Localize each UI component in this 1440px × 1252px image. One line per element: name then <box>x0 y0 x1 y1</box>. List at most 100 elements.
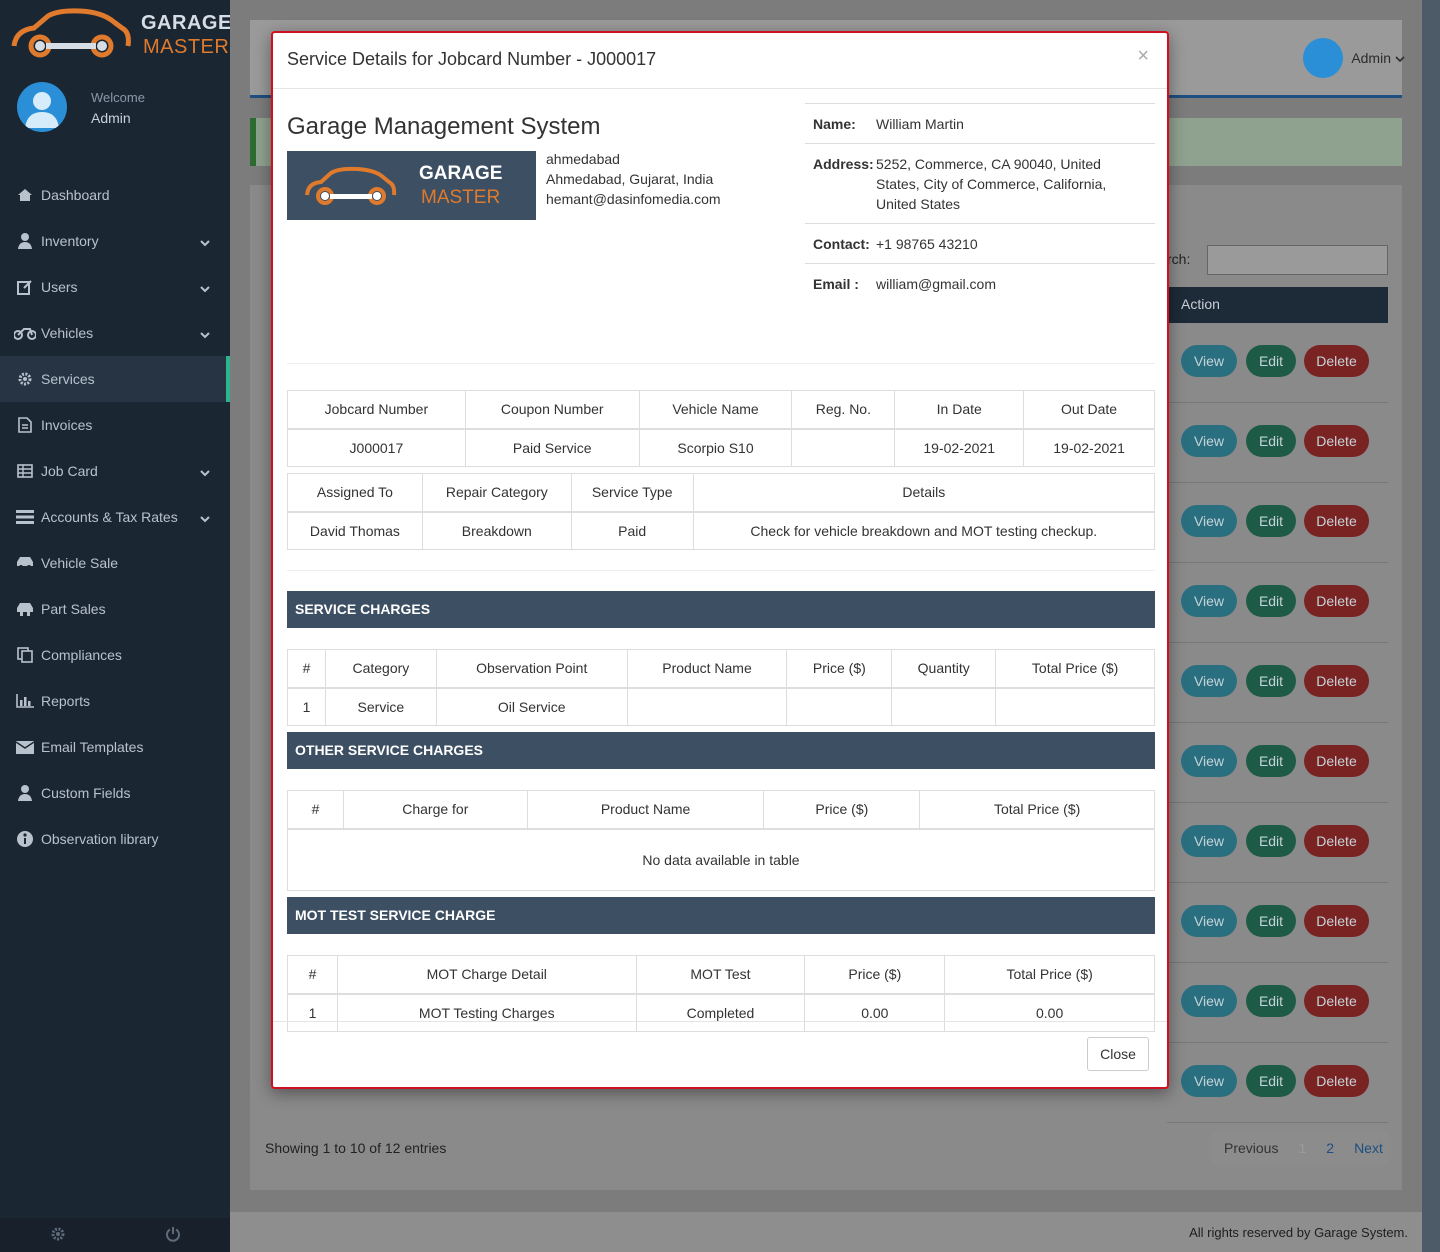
table-row: David Thomas Breakdown Paid Check for ve… <box>287 511 1156 550</box>
delete-button[interactable]: Delete <box>1304 985 1369 1017</box>
page-link-2[interactable]: 2 <box>1326 1140 1334 1156</box>
sidebar-item-label: Inventory <box>41 233 99 249</box>
delete-button[interactable]: Delete <box>1304 585 1369 617</box>
product-name <box>626 687 788 726</box>
delete-button[interactable]: Delete <box>1304 345 1369 377</box>
divider <box>287 570 1155 571</box>
sidebar-nav: Dashboard Inventory Users Vehicles Servi… <box>0 172 230 862</box>
previous-page-link[interactable]: Previous <box>1224 1140 1278 1156</box>
power-icon[interactable] <box>165 1226 181 1245</box>
close-button[interactable]: Close <box>1087 1037 1149 1071</box>
brand-word-master: MASTER <box>143 36 230 58</box>
view-button[interactable]: View <box>1181 1065 1237 1097</box>
edit-button[interactable]: Edit <box>1246 665 1296 697</box>
company-address: ahmedabad Ahmedabad, Gujarat, India hema… <box>546 149 721 209</box>
view-button[interactable]: View <box>1181 345 1237 377</box>
table-header: Coupon Number <box>464 390 640 430</box>
copy-icon <box>14 646 36 664</box>
sidebar-item-dashboard[interactable]: Dashboard <box>0 172 230 218</box>
search-input[interactable] <box>1207 245 1388 275</box>
view-button[interactable]: View <box>1181 905 1237 937</box>
sidebar-item-users[interactable]: Users <box>0 264 230 310</box>
user-icon <box>14 232 36 250</box>
edit-button[interactable]: Edit <box>1246 1065 1296 1097</box>
view-button[interactable]: View <box>1181 425 1237 457</box>
sidebar-item-accounts-tax-rates[interactable]: Accounts & Tax Rates <box>0 494 230 540</box>
edit-button[interactable]: Edit <box>1246 425 1296 457</box>
company-name: Garage Management System <box>287 113 601 140</box>
delete-button[interactable]: Delete <box>1304 745 1369 777</box>
table-row: 1 Service Oil Service <box>287 687 1155 726</box>
table-header: Vehicle Name <box>638 390 793 430</box>
table-header: # <box>287 955 338 995</box>
delete-button[interactable]: Delete <box>1304 505 1369 537</box>
search-label: rch: <box>1167 251 1191 267</box>
sidebar-item-email-templates[interactable]: Email Templates <box>0 724 230 770</box>
sidebar-item-services[interactable]: Services <box>0 356 230 402</box>
other-charges-table: # Charge for Product Name Price ($) Tota… <box>287 790 1155 891</box>
car-logo-icon <box>305 166 397 205</box>
brand-logo[interactable]: GARAGE MASTER <box>10 8 231 64</box>
delete-button[interactable]: Delete <box>1304 905 1369 937</box>
scrollbar-track[interactable] <box>1422 0 1440 1252</box>
row-index: 1 <box>287 687 326 726</box>
sidebar-item-vehicles[interactable]: Vehicles <box>0 310 230 356</box>
next-page-link[interactable]: Next <box>1354 1140 1383 1156</box>
sidebar-item-vehicle-sale[interactable]: Vehicle Sale <box>0 540 230 586</box>
sidebar-item-invoices[interactable]: Invoices <box>0 402 230 448</box>
chevron-down-icon <box>200 464 210 480</box>
avatar[interactable] <box>17 82 67 132</box>
view-button[interactable]: View <box>1181 505 1237 537</box>
table-body: View Edit Delete View Edit Delete View Edit De… <box>1167 323 1388 1123</box>
delete-button[interactable]: Delete <box>1304 825 1369 857</box>
view-button[interactable]: View <box>1181 585 1237 617</box>
table-header-action[interactable]: Action <box>1167 287 1388 323</box>
edit-button[interactable]: Edit <box>1246 745 1296 777</box>
jobcard-table: Jobcard Number Coupon Number Vehicle Nam… <box>287 390 1155 467</box>
sidebar-item-custom-fields[interactable]: Custom Fields <box>0 770 230 816</box>
in-date: 19-02-2021 <box>894 428 1025 467</box>
edit-button[interactable]: Edit <box>1246 905 1296 937</box>
company-logo: GARAGE MASTER <box>287 151 536 220</box>
table-header: Details <box>692 473 1156 513</box>
edit-button[interactable]: Edit <box>1246 825 1296 857</box>
table-header: In Date <box>894 390 1025 430</box>
view-button[interactable]: View <box>1181 985 1237 1017</box>
sidebar-item-compliances[interactable]: Compliances <box>0 632 230 678</box>
table-header: Price ($) <box>763 790 921 830</box>
sidebar-item-part-sales[interactable]: Part Sales <box>0 586 230 632</box>
table-row: View Edit Delete <box>1167 323 1388 403</box>
delete-button[interactable]: Delete <box>1304 1065 1369 1097</box>
sidebar-item-reports[interactable]: Reports <box>0 678 230 724</box>
sidebar-item-observation-library[interactable]: Observation library <box>0 816 230 862</box>
view-button[interactable]: View <box>1181 825 1237 857</box>
table-row: View Edit Delete <box>1167 1043 1388 1123</box>
edit-button[interactable]: Edit <box>1246 345 1296 377</box>
view-button[interactable]: View <box>1181 745 1237 777</box>
quantity <box>891 687 997 726</box>
sidebar-item-label: Observation library <box>41 831 159 847</box>
sidebar-item-job-card[interactable]: Job Card <box>0 448 230 494</box>
page-link-1[interactable]: 1 <box>1298 1140 1306 1156</box>
charge-category: Service <box>324 687 437 726</box>
customer-name-row: Name: William Martin <box>805 104 1155 144</box>
customer-address-line3: United States <box>876 196 961 212</box>
modal-header: Service Details for Jobcard Number - J00… <box>273 33 1167 89</box>
sidebar-item-inventory[interactable]: Inventory <box>0 218 230 264</box>
delete-button[interactable]: Delete <box>1304 665 1369 697</box>
coupon-number: Paid Service <box>464 428 640 467</box>
edit-button[interactable]: Edit <box>1246 985 1296 1017</box>
motorcycle-icon <box>14 324 36 342</box>
close-icon[interactable]: × <box>1137 45 1149 68</box>
edit-button[interactable]: Edit <box>1246 505 1296 537</box>
delete-button[interactable]: Delete <box>1304 425 1369 457</box>
table-header: Product Name <box>526 790 765 830</box>
view-button[interactable]: View <box>1181 665 1237 697</box>
table-icon <box>14 462 36 480</box>
sidebar-item-label: Invoices <box>41 417 93 433</box>
edit-button[interactable]: Edit <box>1246 585 1296 617</box>
settings-gear-icon[interactable] <box>50 1226 66 1245</box>
admin-menu[interactable]: Admin <box>1303 38 1405 78</box>
admin-avatar <box>1303 38 1344 78</box>
table-row: View Edit Delete <box>1167 963 1388 1043</box>
